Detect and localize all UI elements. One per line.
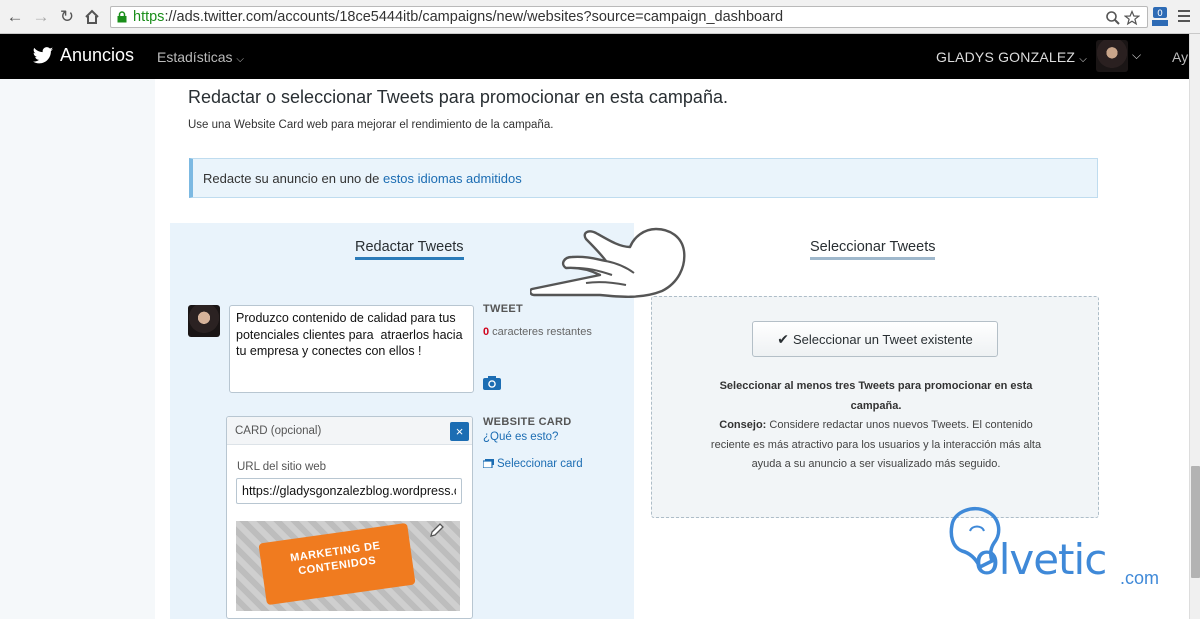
address-bar[interactable]: https://ads.twitter.com/accounts/18ce544… <box>110 6 1148 28</box>
card-image-caption: MARKETING DE CONTENIDOS <box>289 539 382 578</box>
cards-icon <box>483 459 494 468</box>
card-title: CARD (opcional) <box>235 425 322 437</box>
menu-icon[interactable] <box>1176 8 1192 24</box>
page-title: Redactar o seleccionar Tweets para promo… <box>188 87 728 107</box>
tab-compose-tweets[interactable]: Redactar Tweets <box>355 239 464 260</box>
language-info-text: Redacte su anuncio en uno de estos idiom… <box>203 171 522 186</box>
card-header: CARD (opcional) × <box>227 417 472 445</box>
language-info-banner: Redacte su anuncio en uno de estos idiom… <box>189 158 1098 198</box>
card-editor: CARD (opcional) × URL del sitio web MARK… <box>226 416 473 619</box>
back-icon[interactable]: ← <box>4 6 26 28</box>
pencil-icon[interactable] <box>428 521 446 539</box>
camera-icon[interactable] <box>482 375 502 391</box>
user-name: GLADYS GONZALEZ <box>936 49 1076 65</box>
char-counter: 0 caracteres restantes <box>483 326 592 338</box>
stats-menu[interactable]: Estadísticas ⌵ <box>157 49 244 65</box>
avatar[interactable] <box>1096 40 1128 72</box>
card-image-banner: MARKETING DE CONTENIDOS <box>258 522 416 606</box>
website-card-label: WEBSITE CARD <box>483 416 572 428</box>
char-counter-label: caracteres restantes <box>489 326 592 338</box>
tweet-textarea[interactable]: Produzco contenido de calidad para tus p… <box>229 305 474 393</box>
chevron-down-icon[interactable]: ⌵ <box>1132 48 1141 63</box>
select-tweets-info: Seleccionar al menos tres Tweets para pr… <box>702 377 1050 475</box>
stats-menu-label: Estadísticas <box>157 49 233 65</box>
close-icon[interactable]: × <box>450 422 469 441</box>
lock-icon <box>117 11 127 23</box>
tab-select-tweets[interactable]: Seleccionar Tweets <box>810 239 936 260</box>
help-menu[interactable]: Ay <box>1172 49 1188 65</box>
chevron-down-icon: ⌵ <box>236 54 244 65</box>
user-menu[interactable]: GLADYS GONZALEZ ⌵ <box>936 49 1087 65</box>
checkmark-icon: ✔ <box>777 331 790 347</box>
solvetic-watermark: olvetic .com <box>940 505 1170 605</box>
select-existing-tweet-button[interactable]: ✔ Seleccionar un Tweet existente <box>752 321 998 357</box>
scrollbar-thumb[interactable] <box>1191 466 1200 578</box>
url-text: https://ads.twitter.com/accounts/18ce544… <box>133 9 783 25</box>
url-path: ://ads.twitter.com/accounts/18ce5444itb/… <box>164 9 784 25</box>
twitter-bird-icon[interactable] <box>32 46 54 66</box>
star-icon[interactable] <box>1124 10 1140 26</box>
select-card-label: Seleccionar card <box>497 458 583 470</box>
supported-languages-link[interactable]: estos idiomas admitidos <box>383 171 522 186</box>
watermark-suffix: .com <box>1120 568 1160 588</box>
select-card-link[interactable]: Seleccionar card <box>483 458 583 470</box>
watermark-text: olvetic <box>974 535 1107 584</box>
page-subtitle: Use una Website Card web para mejorar el… <box>188 119 554 131</box>
select-existing-tweet-label: Seleccionar un Tweet existente <box>793 332 973 347</box>
url-scheme: https <box>133 9 165 25</box>
reload-icon[interactable]: ↻ <box>56 6 78 28</box>
scrollbar[interactable] <box>1189 34 1200 619</box>
select-tweets-panel: ✔ Seleccionar un Tweet existente Seleccio… <box>651 296 1099 518</box>
ads-top-bar: Anuncios Estadísticas ⌵ GLADYS GONZALEZ … <box>0 34 1190 79</box>
tip-label: Consejo: <box>719 419 767 431</box>
select-requirement-text: Seleccionar al menos tres Tweets para pr… <box>719 380 1033 412</box>
website-card-help-link[interactable]: ¿Qué es esto? <box>483 431 558 443</box>
tweet-label: TWEET <box>483 303 523 315</box>
avatar <box>188 305 220 337</box>
language-info-label: Redacte su anuncio en uno de <box>203 171 383 186</box>
zoom-icon[interactable] <box>1105 10 1121 26</box>
card-image[interactable]: MARKETING DE CONTENIDOS <box>236 521 460 611</box>
extension-icon[interactable]: 0 <box>1150 6 1170 28</box>
svg-text:0: 0 <box>1157 9 1163 19</box>
chevron-down-icon: ⌵ <box>1079 54 1088 65</box>
home-icon[interactable] <box>81 6 103 28</box>
pointing-hand-icon <box>530 227 686 298</box>
browser-toolbar: ← → ↻ https://ads.twitter.com/accounts/1… <box>0 0 1200 34</box>
brand-title[interactable]: Anuncios <box>60 45 134 66</box>
website-url-label: URL del sitio web <box>237 461 327 473</box>
forward-icon[interactable]: → <box>30 6 52 28</box>
website-url-input[interactable] <box>236 478 462 504</box>
